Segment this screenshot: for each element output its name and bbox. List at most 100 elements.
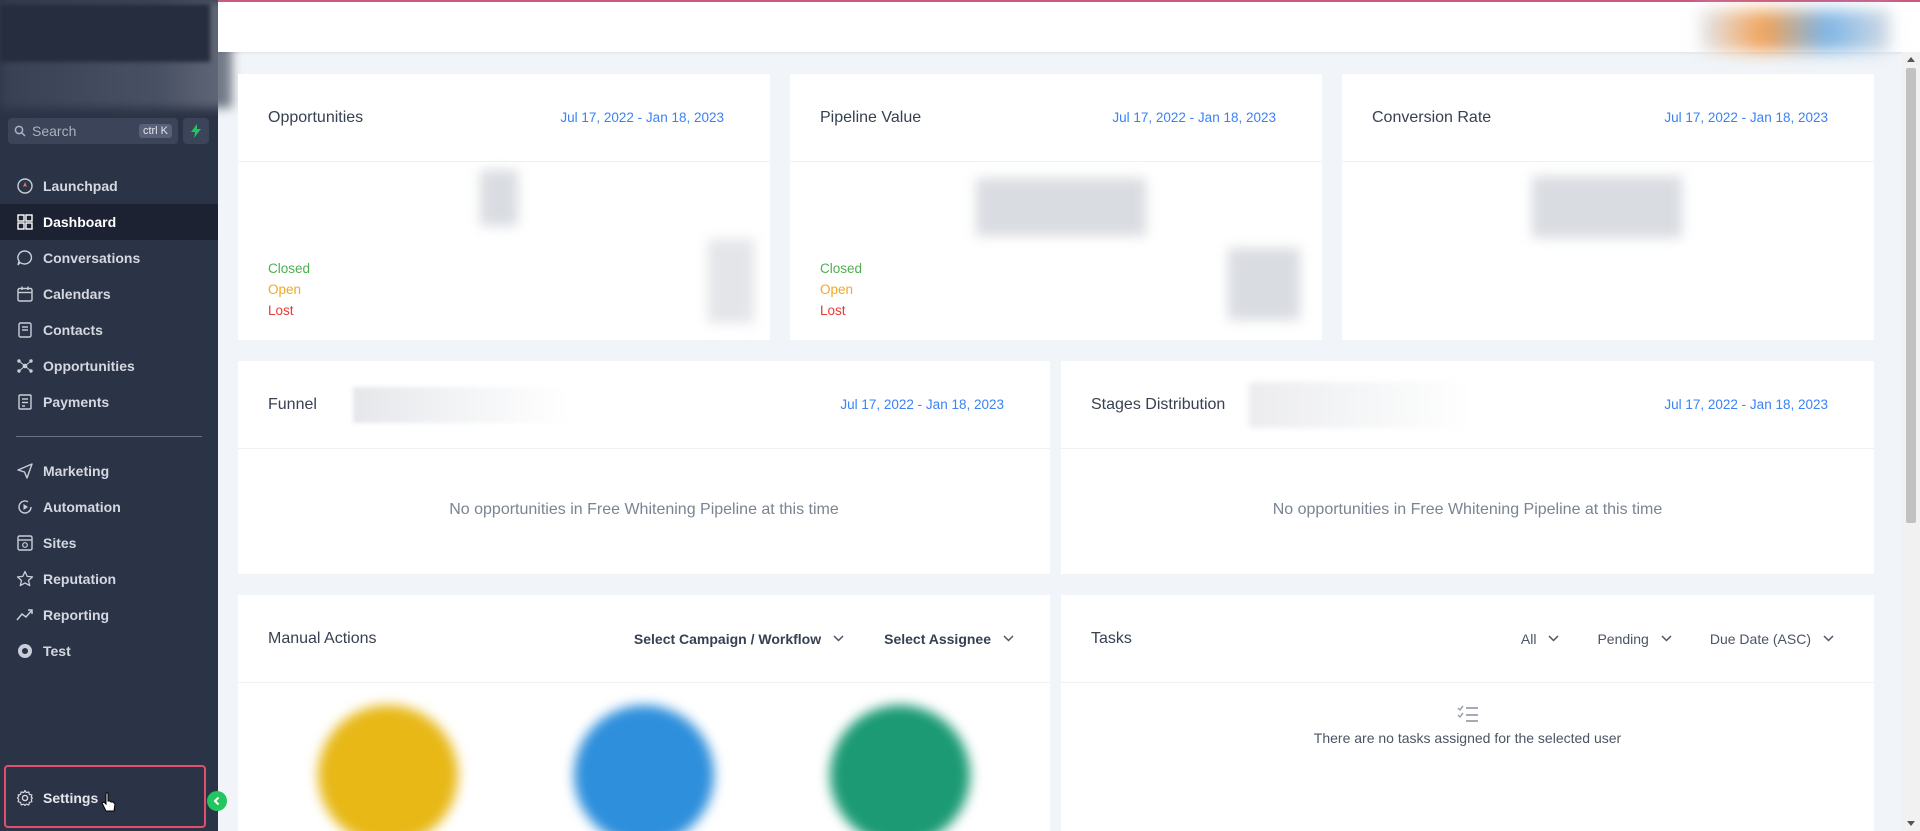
date-range[interactable]: Jul 17, 2022 - Jan 18, 2023: [1112, 110, 1276, 125]
dropdown-label: Pending: [1597, 630, 1649, 647]
sidebar-item-dashboard[interactable]: Dashboard: [0, 204, 218, 240]
star-icon: [16, 570, 34, 587]
sidebar-item-contacts[interactable]: Contacts: [0, 312, 218, 348]
scroll-thumb[interactable]: [1906, 68, 1916, 523]
sidebar-item-label: Settings: [43, 790, 99, 806]
sidebar-item-test[interactable]: Test: [0, 633, 218, 669]
campaign-workflow-select[interactable]: Select Campaign / Workflow: [634, 631, 844, 647]
sidebar-item-automation[interactable]: Automation: [0, 489, 218, 525]
brand-logo-inner: [0, 4, 210, 62]
sites-icon: [17, 535, 33, 551]
opportunities-card: Opportunities Jul 17, 2022 - Jan 18, 202…: [238, 74, 770, 340]
card-title: Pipeline Value: [820, 108, 922, 126]
search-shortcut: ctrl K: [138, 124, 172, 138]
card-title: Funnel: [268, 395, 317, 413]
sidebar-item-conversations[interactable]: Conversations: [0, 240, 218, 276]
calendar-icon: [17, 286, 33, 302]
redacted-value: [1532, 176, 1682, 238]
tasks-sort[interactable]: Due Date (ASC): [1710, 631, 1834, 647]
test-icon: [18, 644, 32, 658]
search-placeholder: Search: [32, 123, 77, 139]
sidebar-item-label: Marketing: [43, 463, 110, 479]
stages-distribution-card: Stages Distribution Jul 17, 2022 - Jan 1…: [1061, 361, 1874, 574]
secondary-nav: Marketing Automation Sites Reputation Re…: [0, 453, 218, 669]
page-scrollbar[interactable]: [1902, 52, 1920, 831]
sidebar-item-label: Launchpad: [43, 178, 118, 194]
trend-icon: [16, 609, 33, 621]
sidebar-item-label: Contacts: [43, 322, 103, 338]
account-avatar[interactable]: [1700, 10, 1890, 52]
chevron-down-icon: [1003, 635, 1014, 642]
payments-icon: [18, 394, 32, 410]
legend-closed: Closed: [268, 261, 311, 276]
search-input[interactable]: Search ctrl K: [8, 118, 178, 144]
send-icon: [17, 463, 33, 479]
tasks-filter-all[interactable]: All: [1521, 631, 1560, 647]
collapse-sidebar-button[interactable]: [207, 791, 227, 811]
sidebar-item-marketing[interactable]: Marketing: [0, 453, 218, 489]
scroll-up-icon[interactable]: [1907, 57, 1915, 62]
card-title: Opportunities: [268, 108, 364, 126]
dropdown-label: Select Assignee: [884, 630, 991, 647]
sidebar-item-label: Automation: [43, 499, 121, 515]
gear-icon: [16, 789, 34, 807]
legend-closed: Closed: [820, 261, 863, 276]
chat-icon: [17, 250, 33, 266]
launchpad-icon: [17, 178, 33, 194]
dropdown-label: Due Date (ASC): [1709, 630, 1811, 647]
date-range[interactable]: Jul 17, 2022 - Jan 18, 2023: [840, 397, 1004, 412]
dashboard-icon: [17, 214, 33, 230]
chevron-down-icon: [1823, 635, 1834, 642]
sidebar-item-label: Test: [43, 643, 71, 659]
sidebar-item-label: Reporting: [43, 607, 110, 623]
manual-action-stat-green[interactable]: [830, 705, 970, 831]
sidebar-item-label: Reputation: [43, 571, 117, 587]
card-title: Stages Distribution: [1091, 395, 1226, 413]
pipeline-select[interactable]: [1249, 381, 1476, 428]
pipeline-value-card: Pipeline Value Jul 17, 2022 - Jan 18, 20…: [790, 74, 1322, 340]
sidebar-item-reporting[interactable]: Reporting: [0, 597, 218, 633]
chart-legend: Closed Open Lost: [820, 258, 862, 321]
empty-state-message: No opportunities in Free Whitening Pipel…: [449, 501, 839, 518]
chevron-down-icon: [1548, 635, 1559, 642]
pipeline-select[interactable]: [352, 386, 569, 423]
manual-action-stat-yellow[interactable]: [318, 705, 458, 831]
sidebar-item-payments[interactable]: Payments: [0, 384, 218, 420]
top-bar: [218, 0, 1920, 52]
scroll-down-icon[interactable]: [1907, 821, 1915, 826]
date-range[interactable]: Jul 17, 2022 - Jan 18, 2023: [560, 110, 724, 125]
legend-open: Open: [268, 282, 302, 297]
conversion-rate-card: Conversion Rate Jul 17, 2022 - Jan 18, 2…: [1342, 74, 1874, 340]
sidebar-item-label: Sites: [43, 535, 77, 551]
card-title: Conversion Rate: [1372, 108, 1492, 126]
legend-lost: Lost: [268, 303, 294, 318]
manual-action-stat-blue[interactable]: [574, 705, 714, 831]
sidebar-item-opportunities[interactable]: Opportunities: [0, 348, 218, 384]
sidebar-item-launchpad[interactable]: Launchpad: [0, 168, 218, 204]
tasks-filter-status[interactable]: Pending: [1597, 630, 1672, 647]
sidebar-item-label: Payments: [43, 394, 110, 410]
date-range[interactable]: Jul 17, 2022 - Jan 18, 2023: [1664, 397, 1828, 412]
redacted-chart: [1228, 248, 1300, 320]
assignee-select[interactable]: Select Assignee: [884, 631, 1014, 647]
dropdown-label: All: [1520, 630, 1537, 647]
sidebar-item-calendars[interactable]: Calendars: [0, 276, 218, 312]
sidebar-item-label: Opportunities: [43, 358, 135, 374]
sidebar-item-reputation[interactable]: Reputation: [0, 561, 218, 597]
date-range[interactable]: Jul 17, 2022 - Jan 18, 2023: [1664, 110, 1828, 125]
pointer-cursor-icon: [101, 792, 116, 812]
main-nav: Launchpad Dashboard Conversations Calend…: [0, 168, 218, 420]
chevron-left-icon: [213, 796, 220, 806]
manual-actions-card: Manual Actions Select Campaign / Workflo…: [238, 595, 1050, 831]
tasks-card: Tasks All Pending Due Date (ASC) There a…: [1061, 595, 1874, 831]
chevron-down-icon: [833, 635, 844, 642]
automation-icon: [18, 500, 32, 514]
dropdown-label: Select Campaign / Workflow: [633, 630, 822, 647]
chart-legend: Closed Open Lost: [268, 258, 310, 321]
card-title: Manual Actions: [268, 629, 377, 647]
empty-state-message: No opportunities in Free Whitening Pipel…: [1272, 501, 1663, 518]
sidebar-item-sites[interactable]: Sites: [0, 525, 218, 561]
redacted-chart: [708, 239, 754, 323]
sidebar-item-label: Dashboard: [43, 214, 117, 230]
quick-action-button[interactable]: [183, 118, 209, 144]
